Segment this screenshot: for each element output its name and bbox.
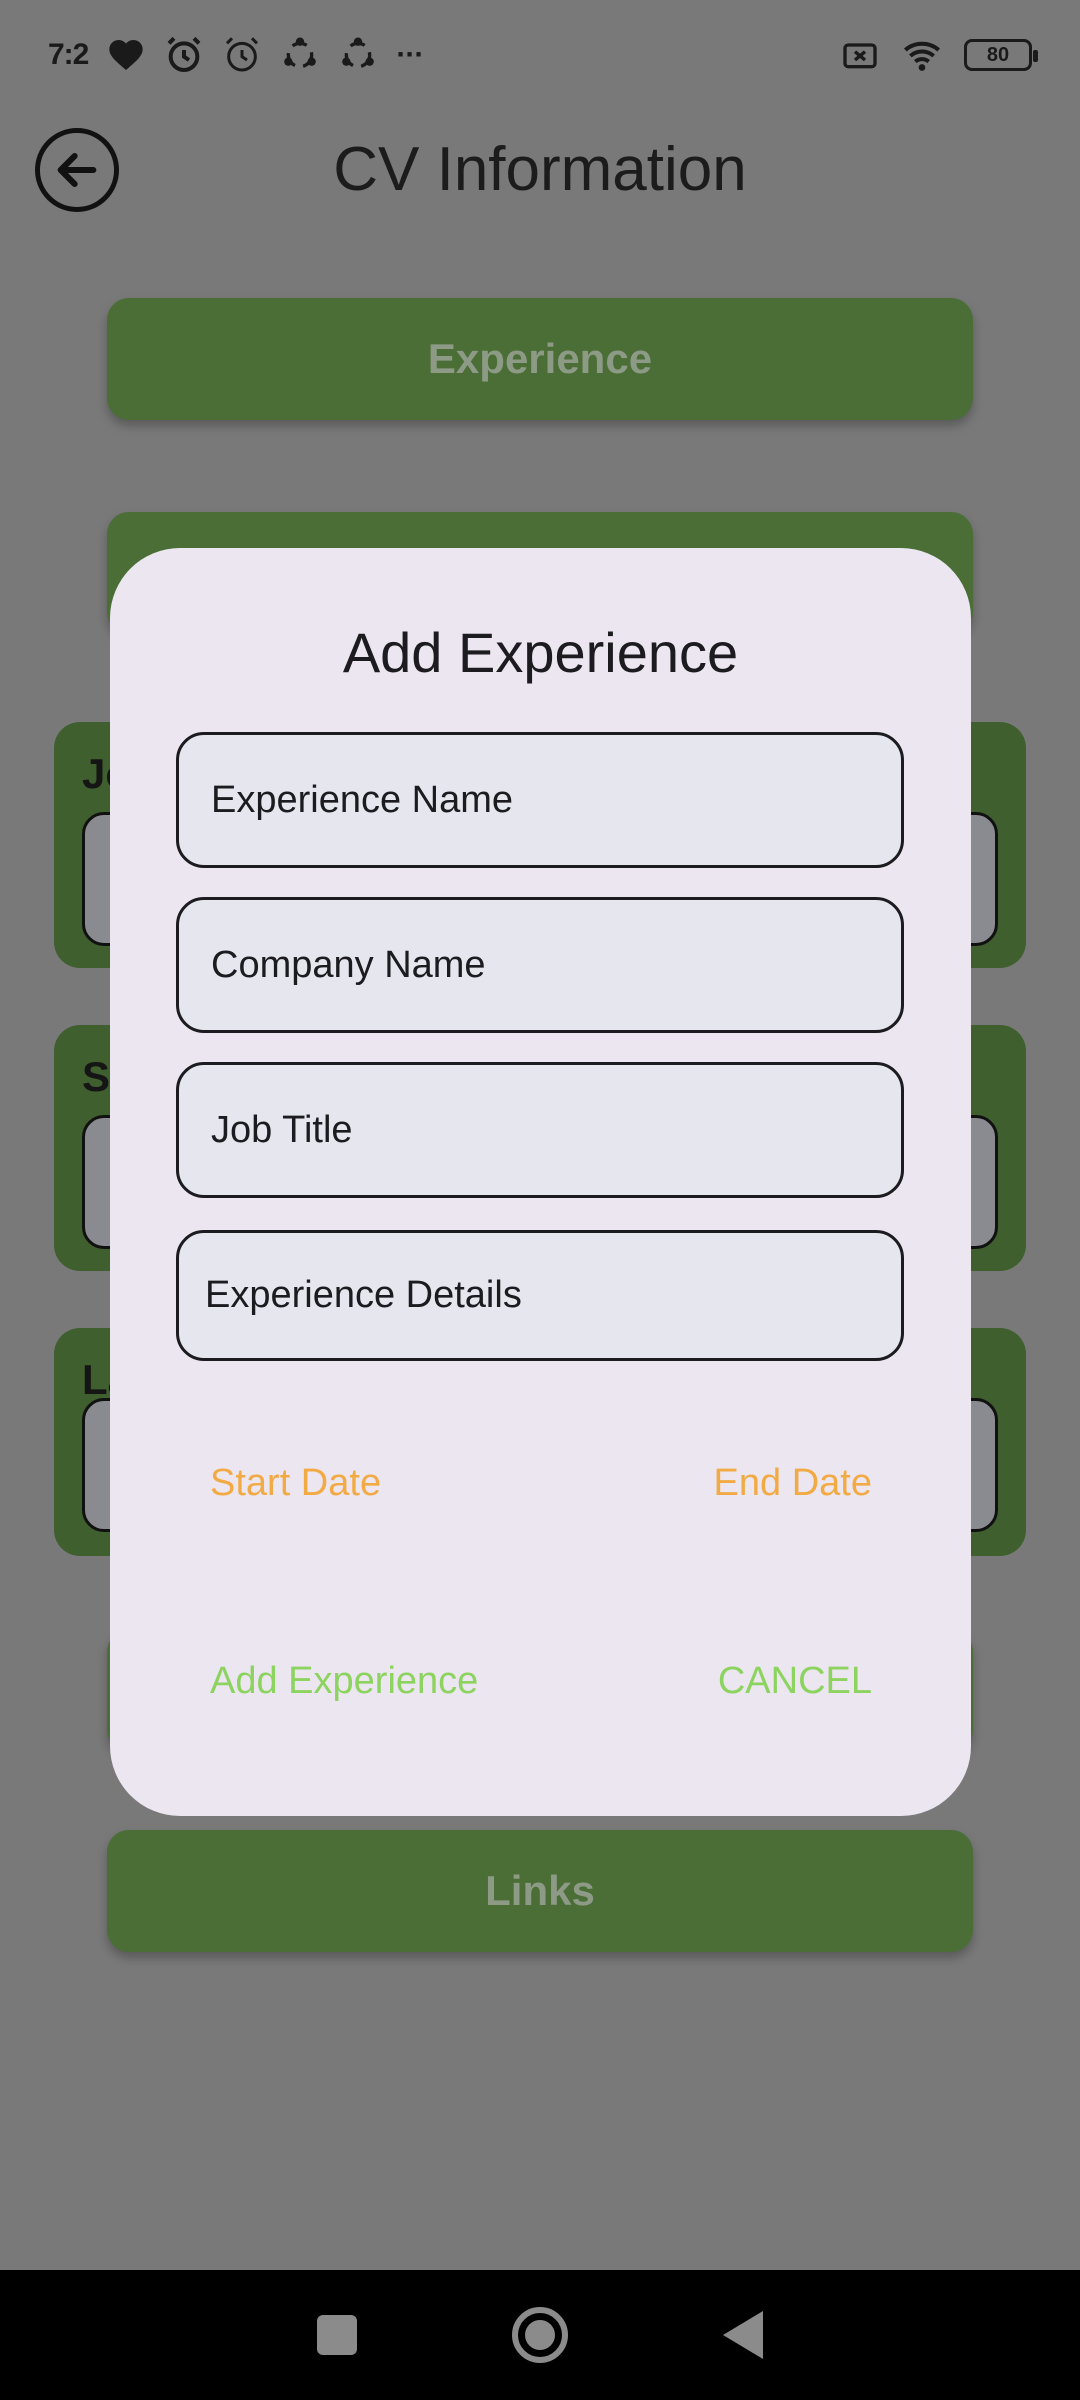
end-date-button[interactable]: End Date: [714, 1462, 872, 1505]
cancel-button[interactable]: CANCEL: [718, 1660, 872, 1703]
alarm-icon: [167, 36, 201, 72]
add-experience-dialog: Add Experience Experience Name Company N…: [110, 548, 971, 1816]
more-notifications-icon: ···: [396, 38, 424, 71]
battery-icon: 80: [964, 39, 1038, 71]
links-button[interactable]: Links: [107, 1830, 973, 1952]
section-label: S: [82, 1053, 111, 1100]
status-left: 7:2 ···: [48, 35, 424, 75]
page-title: CV Information: [333, 135, 747, 204]
experience-button[interactable]: Experience: [107, 298, 973, 420]
start-date-button[interactable]: Start Date: [210, 1462, 381, 1505]
home-icon: [524, 2320, 555, 2350]
nav-back-button[interactable]: [722, 2311, 763, 2359]
sync-icon: [284, 37, 317, 69]
wifi-icon: [903, 41, 941, 71]
experience-name-label: Experience Name: [211, 778, 514, 821]
company-name-input[interactable]: Company Name: [176, 897, 904, 1033]
experience-details-label: Experience Details: [205, 1274, 522, 1316]
job-title-label: Job Title: [211, 1108, 353, 1151]
dialog-title: Add Experience: [342, 621, 739, 684]
recents-button[interactable]: [317, 2315, 358, 2355]
experience-name-input[interactable]: Experience Name: [176, 732, 904, 868]
home-button[interactable]: [511, 2307, 568, 2363]
company-name-label: Company Name: [211, 943, 486, 986]
battery-level: 80: [986, 43, 1010, 66]
status-bar: 7:2 ··· 80: [0, 0, 1080, 110]
navigation-bar: [0, 2270, 1080, 2400]
experience-details-input[interactable]: Experience Details: [176, 1230, 904, 1361]
job-title-input[interactable]: Job Title: [176, 1062, 904, 1198]
status-time: 7:2: [48, 38, 89, 71]
add-experience-button[interactable]: Add Experience: [210, 1660, 478, 1703]
sim-off-icon: [843, 43, 877, 69]
status-right: 80: [840, 35, 1038, 75]
sync-icon: [342, 37, 375, 69]
alarm-icon: [226, 37, 259, 72]
heart-icon: [109, 40, 144, 70]
